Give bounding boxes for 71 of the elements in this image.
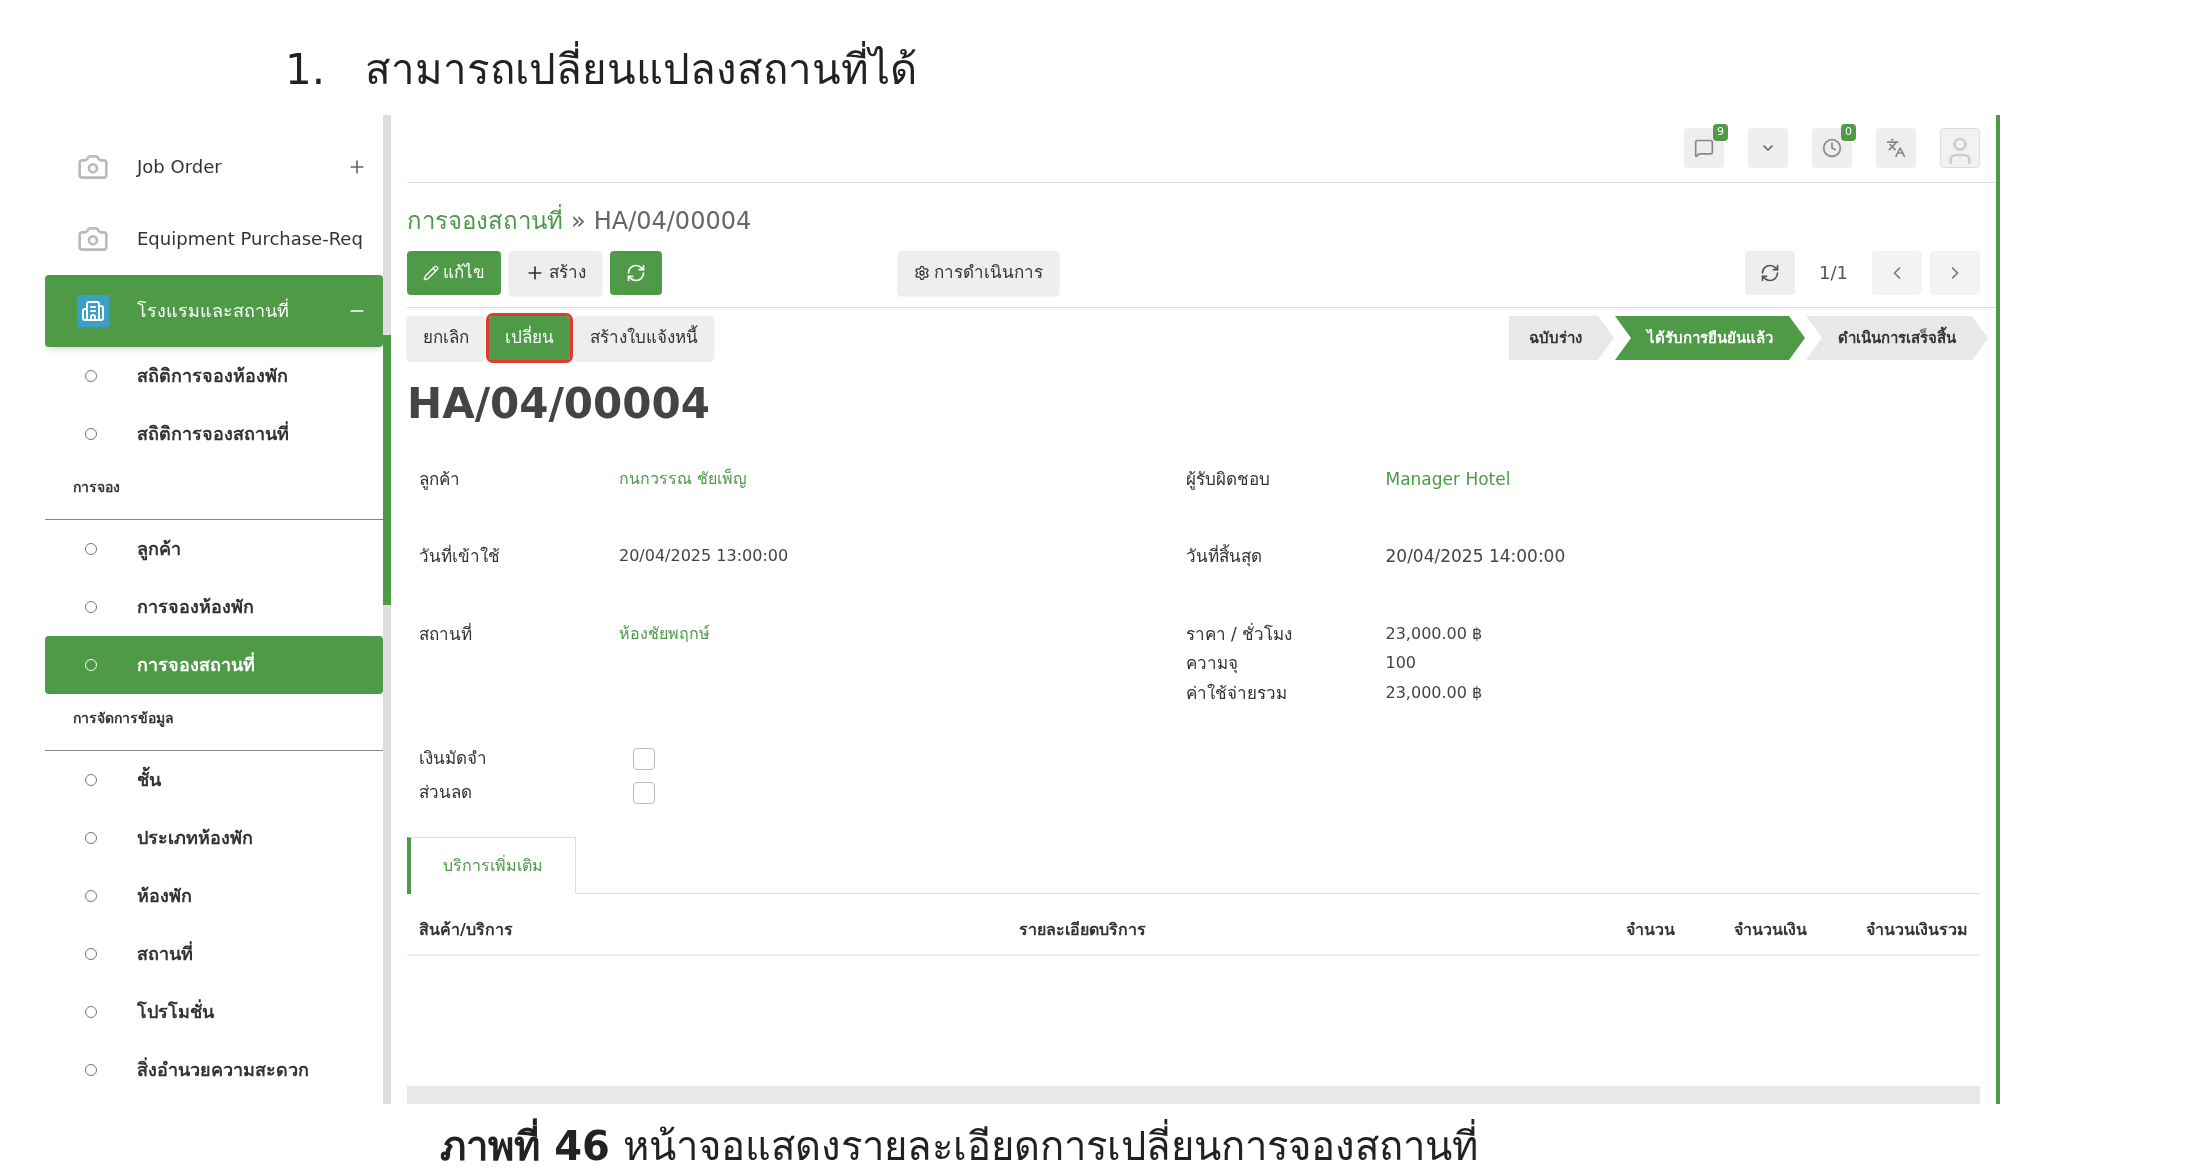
- record-title: HA/04/00004: [407, 377, 710, 430]
- reload-button[interactable]: [1745, 250, 1796, 295]
- column-header[interactable]: จำนวนเงิน: [1700, 906, 1840, 955]
- section-label: การจัดการข้อมูล: [73, 709, 174, 726]
- refresh-icon: [1760, 262, 1781, 283]
- field-value: 20/04/2025 13:00:00: [619, 545, 789, 568]
- menu-item[interactable]: ประเภทห้องพัก: [45, 808, 383, 867]
- clock-icon: [1822, 138, 1842, 159]
- column-header[interactable]: สินค้า/บริการ: [407, 906, 1007, 955]
- building-icon: [77, 294, 109, 327]
- section-label: การจอง: [73, 478, 120, 495]
- heading-number: 1.: [285, 44, 326, 96]
- menu-item[interactable]: โปรโมชั่น: [45, 982, 383, 1041]
- field-value[interactable]: Manager Hotel: [1385, 466, 1511, 493]
- column-header[interactable]: จำนวนเงินรวม: [1840, 906, 1980, 955]
- field-value[interactable]: ห้องชัยพฤกษ์: [619, 621, 710, 648]
- field-label: วันที่สิ้นสุด: [1185, 544, 1263, 569]
- avatar[interactable]: [1940, 128, 1980, 169]
- status-step[interactable]: ดำเนินการเสร็จสิ้น: [1806, 315, 1988, 360]
- field-value: 100: [1385, 652, 1417, 675]
- breadcrumb-current: HA/04/00004: [593, 205, 752, 237]
- menu-item[interactable]: ลูกค้า: [45, 519, 383, 578]
- checkbox[interactable]: [633, 748, 655, 771]
- checkbox[interactable]: [633, 781, 655, 804]
- field-label: วันที่เข้าใช้: [419, 544, 501, 569]
- field-label: ลูกค้า: [419, 467, 461, 492]
- column-header[interactable]: จำนวน: [1600, 906, 1700, 955]
- chat-icon: [1694, 138, 1714, 159]
- refresh-button[interactable]: [610, 250, 662, 295]
- field-label: ราคา / ชั่วโมง: [1185, 621, 1294, 646]
- field-label: ค่าใช้จ่ายรวม: [1185, 681, 1288, 705]
- field-label: ความจุ: [1185, 652, 1239, 676]
- app-menu-item[interactable]: Equipment Purchase-Req: [45, 202, 383, 275]
- tab[interactable]: บริการเพิ่มเติม: [407, 837, 576, 895]
- translate-icon: [1886, 138, 1906, 159]
- refresh-icon: [626, 262, 646, 283]
- field-label: ผู้รับผิดชอบ: [1185, 467, 1271, 492]
- menu-item[interactable]: สถิติการจองสถานที่: [45, 404, 383, 463]
- pager-text: 1/1: [1818, 261, 1849, 286]
- language-button[interactable]: [1876, 128, 1916, 169]
- field-value: 23,000.00 ฿: [1385, 622, 1483, 645]
- badge: 9: [1713, 124, 1728, 141]
- figure-caption: ภาพที่ 46 หน้าจอแสดงรายละเอียดการเปลี่ยนการจองสถานที่: [440, 1116, 1478, 1176]
- column-header[interactable]: รายละเอียดบริการ: [1007, 906, 1600, 955]
- field-label: ส่วนลด: [419, 780, 473, 804]
- field-label: สถานที่: [419, 621, 473, 646]
- app-menu-item[interactable]: Job Order: [45, 130, 383, 203]
- pencil-icon: [423, 264, 439, 281]
- field-value: 23,000.00 ฿: [1385, 681, 1483, 704]
- menu-item[interactable]: ชั้น: [45, 750, 383, 809]
- settings-icon: [914, 264, 930, 281]
- menu-item[interactable]: ห้องพัก: [45, 866, 383, 925]
- previous-button[interactable]: [1872, 250, 1922, 295]
- breadcrumb-separator: »: [571, 205, 586, 237]
- field-value: 20/04/2025 14:00:00: [1385, 545, 1566, 569]
- menu-item[interactable]: สิ่งอำนวยความสะดวก: [45, 1040, 383, 1099]
- menu-item[interactable]: การจองห้องพัก: [45, 577, 383, 636]
- action-button[interactable]: สร้างใบแจ้งหนี้: [574, 315, 714, 360]
- menu-item[interactable]: สถิติการจองห้องพัก: [45, 346, 383, 405]
- create-button[interactable]: สร้าง: [509, 250, 602, 295]
- field-value[interactable]: กนกวรรณ ชัยเพ็ญ: [619, 466, 748, 493]
- dropdown-button[interactable]: [1748, 128, 1788, 169]
- heading-text: สามารถเปลี่ยนแปลงสถานที่ได้: [365, 38, 918, 115]
- status-step[interactable]: ฉบับร่าง: [1509, 315, 1614, 360]
- badge: 0: [1841, 124, 1856, 141]
- action-button[interactable]: การดำเนินการ: [898, 250, 1059, 295]
- next-button[interactable]: [1930, 250, 1980, 295]
- field-label: เงินมัดจำ: [419, 747, 488, 771]
- scrollbar[interactable]: [383, 334, 391, 605]
- menu-item[interactable]: สถานที่: [45, 924, 383, 983]
- action-button[interactable]: ยกเลิก: [407, 315, 485, 360]
